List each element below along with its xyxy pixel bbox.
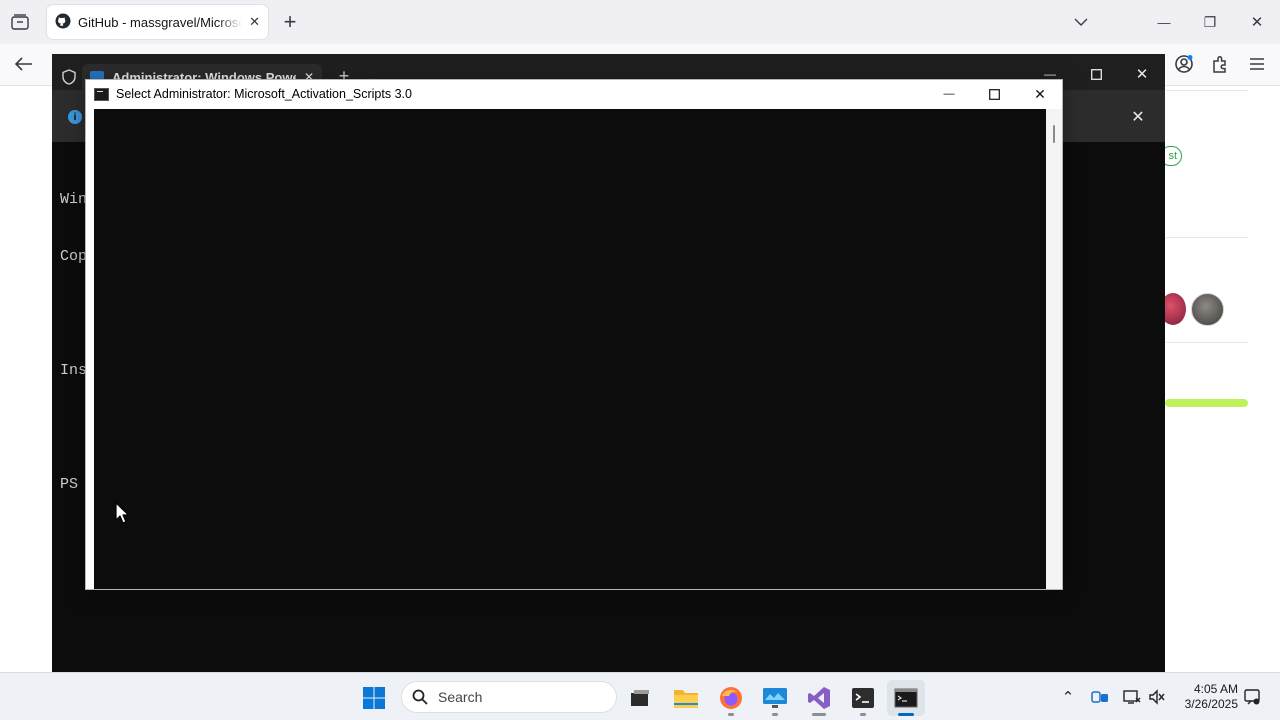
new-tab-button[interactable]: + <box>275 7 305 37</box>
notifications-icon[interactable] <box>1242 687 1262 707</box>
clock-date: 3/26/2025 <box>1184 697 1238 711</box>
running-indicator <box>728 713 734 716</box>
firefox-view-icon[interactable] <box>5 7 35 37</box>
firefox-icon <box>720 687 742 709</box>
visual-studio-icon <box>808 687 830 709</box>
taskbar: Search ⌃ 4:05 AM 3/26/2025 <box>0 672 1280 720</box>
window-close-button[interactable]: ✕ <box>1242 7 1272 37</box>
clock-time: 4:05 AM <box>1193 682 1238 696</box>
page-divider <box>1166 237 1248 238</box>
console-scrollbar[interactable] <box>1046 109 1062 589</box>
task-view-icon <box>631 690 649 706</box>
page-divider <box>1166 342 1248 343</box>
taskbar-remote-desktop[interactable] <box>756 680 794 716</box>
app-menu-icon[interactable] <box>1242 49 1272 79</box>
show-hidden-icons-button[interactable]: ⌃ <box>1058 687 1078 707</box>
taskbar-firefox[interactable] <box>712 680 750 716</box>
taskbar-clock[interactable]: 4:05 AM 3/26/2025 <box>1180 682 1238 712</box>
bluetooth-devices-icon[interactable] <box>1090 687 1110 707</box>
back-arrow-icon[interactable] <box>9 49 39 79</box>
console-title-bar[interactable]: Select Administrator: Microsoft_Activati… <box>86 80 1062 109</box>
console-app-icon <box>94 88 109 101</box>
running-indicator <box>860 713 866 716</box>
console-window: Select Administrator: Microsoft_Activati… <box>85 79 1063 590</box>
browser-tab-title: GitHub - massgravel/Microsoft-Activation… <box>78 14 243 30</box>
shield-icon <box>60 66 78 88</box>
github-icon <box>55 13 71 32</box>
taskbar-file-explorer[interactable] <box>667 680 705 716</box>
console-scrollbar-thumb[interactable] <box>1053 125 1055 143</box>
taskbar-visual-studio[interactable] <box>800 680 838 716</box>
network-icon[interactable] <box>1122 687 1142 707</box>
info-icon: i <box>68 110 82 124</box>
taskbar-command-prompt[interactable] <box>887 680 925 716</box>
windows-logo-icon <box>363 687 385 709</box>
taskbar-task-view[interactable] <box>621 680 659 716</box>
extensions-icon[interactable] <box>1205 49 1235 79</box>
taskbar-search-box[interactable]: Search <box>401 681 617 713</box>
mouse-pointer-icon <box>115 502 130 524</box>
start-button[interactable] <box>355 680 393 716</box>
search-icon <box>412 689 428 705</box>
terminal-close-button[interactable]: ✕ <box>1128 62 1156 86</box>
browser-tab-strip: GitHub - massgravel/Microsoft-Activation… <box>0 0 1280 44</box>
account-icon[interactable] <box>1169 49 1199 79</box>
language-bar <box>1165 399 1248 407</box>
browser-tab-github[interactable]: GitHub - massgravel/Microsoft-Activation… <box>47 5 268 39</box>
close-info-bar-button[interactable]: ✕ <box>1124 104 1152 130</box>
remote-desktop-icon <box>763 688 787 708</box>
page-divider <box>1166 90 1248 91</box>
terminal-maximize-button[interactable] <box>1082 62 1110 86</box>
list-all-tabs-button[interactable] <box>1066 7 1096 37</box>
folder-icon <box>674 690 698 708</box>
running-indicator <box>772 713 778 716</box>
active-indicator <box>898 713 914 716</box>
running-indicator <box>812 713 826 716</box>
search-placeholder: Search <box>438 689 483 705</box>
taskbar-windows-terminal[interactable] <box>844 680 882 716</box>
volume-muted-icon[interactable] <box>1147 687 1167 707</box>
window-minimize-button[interactable]: — <box>1149 7 1179 37</box>
console-maximize-button[interactable] <box>979 82 1009 106</box>
command-prompt-icon <box>894 688 918 708</box>
contributor-avatar[interactable] <box>1191 293 1224 326</box>
window-restore-button[interactable]: ❐ <box>1195 7 1225 37</box>
terminal-icon <box>852 688 874 708</box>
console-output-area[interactable] <box>94 109 1046 589</box>
console-close-button[interactable]: ✕ <box>1025 82 1055 106</box>
console-title: Select Administrator: Microsoft_Activati… <box>116 87 412 101</box>
close-tab-icon[interactable]: ✕ <box>249 14 260 30</box>
console-minimize-button[interactable]: — <box>934 82 964 106</box>
